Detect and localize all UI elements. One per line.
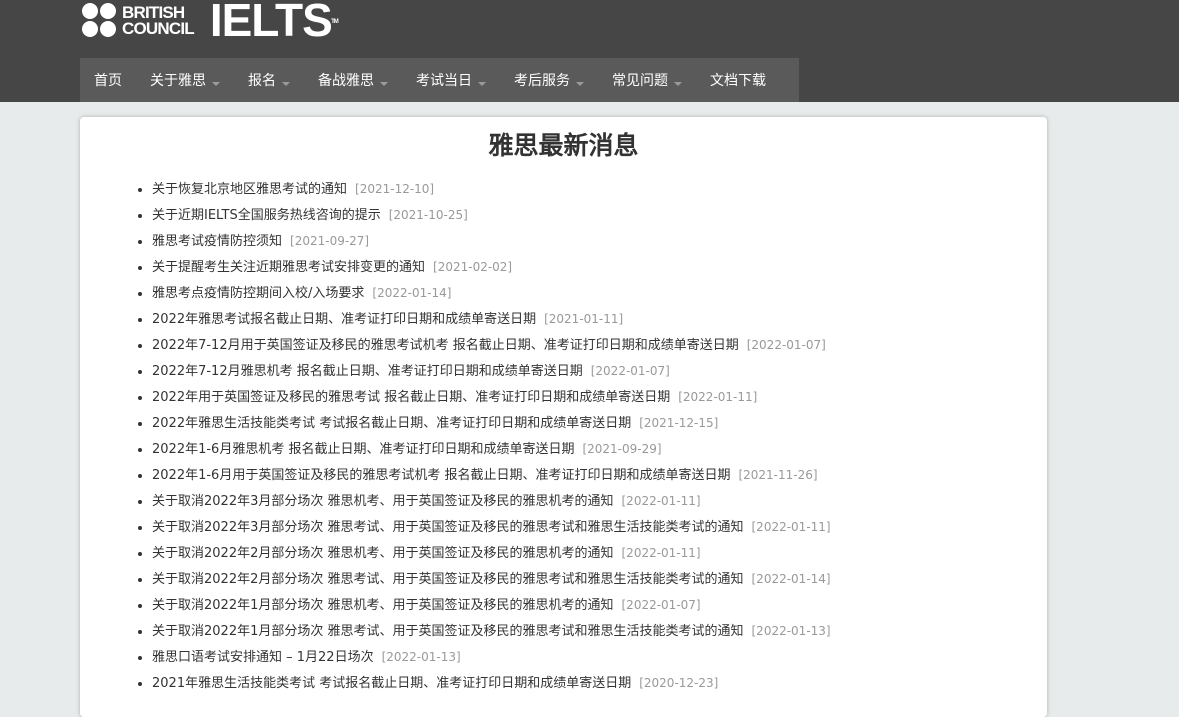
news-link[interactable]: 雅思考点疫情防控期间入校/入场要求	[152, 286, 364, 301]
news-link[interactable]: 雅思口语考试安排通知 – 1月22日场次	[152, 650, 374, 665]
main-nav: 首页 关于雅思 报名 备战雅思 考试当日 考后服务 常见问题 文档下载	[80, 58, 799, 102]
news-item: 2022年7-12月雅思机考 报名截止日期、准考证打印日期和成绩单寄送日期 [20…	[152, 358, 1042, 384]
news-date: [2021-09-27]	[290, 234, 370, 248]
news-link[interactable]: 2022年雅思生活技能类考试 考试报名截止日期、准考证打印日期和成绩单寄送日期	[152, 416, 631, 431]
nav-item-label: 考试当日	[416, 73, 472, 89]
news-link[interactable]: 关于取消2022年2月部分场次 雅思考试、用于英国签证及移民的雅思考试和雅思生活…	[152, 572, 744, 587]
news-date: [2021-11-26]	[738, 468, 818, 482]
news-item: 关于取消2022年3月部分场次 雅思考试、用于英国签证及移民的雅思考试和雅思生活…	[152, 514, 1042, 540]
news-item: 2022年1-6月雅思机考 报名截止日期、准考证打印日期和成绩单寄送日期 [202…	[152, 436, 1042, 462]
news-link[interactable]: 关于恢复北京地区雅思考试的通知	[152, 182, 347, 197]
nav-item-label: 常见问题	[612, 73, 668, 89]
page-title: 雅思最新消息	[488, 131, 639, 160]
british-council-logo-icon	[82, 3, 118, 39]
news-date: [2022-01-11]	[751, 520, 831, 534]
news-link[interactable]: 关于取消2022年3月部分场次 雅思考试、用于英国签证及移民的雅思考试和雅思生活…	[152, 520, 744, 535]
news-date: [2022-01-07]	[746, 338, 826, 352]
caret-down-icon	[380, 82, 388, 86]
news-date: [2022-01-13]	[751, 624, 831, 638]
news-date: [2022-01-11]	[678, 390, 758, 404]
site-logo[interactable]: BRITISH COUNCIL IELTS TM	[82, 0, 339, 43]
news-date: [2022-01-14]	[372, 286, 452, 300]
news-item: 2022年1-6月用于英国签证及移民的雅思考试机考 报名截止日期、准考证打印日期…	[152, 462, 1042, 488]
news-date: [2021-12-15]	[639, 416, 719, 430]
news-list: 关于恢复北京地区雅思考试的通知 [2021-12-10] 关于近期IELTS全国服务…	[134, 176, 1042, 696]
nav-item-4[interactable]: 考试当日	[402, 58, 500, 102]
news-date: [2021-09-29]	[582, 442, 662, 456]
news-link[interactable]: 2022年1-6月用于英国签证及移民的雅思考试机考 报名截止日期、准考证打印日期…	[152, 468, 730, 483]
nav-item-7[interactable]: 文档下载	[696, 58, 780, 102]
nav-item-5[interactable]: 考后服务	[500, 58, 598, 102]
news-item: 关于恢复北京地区雅思考试的通知 [2021-12-10]	[152, 176, 1042, 202]
news-date: [2022-01-14]	[751, 572, 831, 586]
news-link[interactable]: 雅思考试疫情防控须知	[152, 234, 282, 249]
british-council-wordmark: BRITISH COUNCIL	[122, 4, 195, 38]
news-link[interactable]: 2021年雅思生活技能类考试 考试报名截止日期、准考证打印日期和成绩单寄送日期	[152, 676, 631, 691]
nav-item-3[interactable]: 备战雅思	[304, 58, 402, 102]
ielts-text: IELTS	[209, 0, 333, 46]
caret-down-icon	[576, 82, 584, 86]
brand-line2: COUNCIL	[122, 19, 195, 38]
nav-item-0[interactable]: 首页	[80, 58, 136, 102]
news-item: 2022年用于英国签证及移民的雅思考试 报名截止日期、准考证打印日期和成绩单寄送…	[152, 384, 1042, 410]
news-link[interactable]: 关于取消2022年3月部分场次 雅思机考、用于英国签证及移民的雅思机考的通知	[152, 494, 614, 509]
news-date: [2021-12-10]	[355, 182, 435, 196]
news-date: [2022-01-07]	[621, 598, 701, 612]
nav-item-label: 文档下载	[710, 73, 766, 89]
nav-item-label: 报名	[248, 73, 276, 89]
news-date: [2022-01-07]	[590, 364, 670, 378]
news-link[interactable]: 2022年1-6月雅思机考 报名截止日期、准考证打印日期和成绩单寄送日期	[152, 442, 574, 457]
news-date: [2021-01-11]	[544, 312, 624, 326]
news-link[interactable]: 关于提醒考生关注近期雅思考试安排变更的通知	[152, 260, 425, 275]
nav-item-label: 关于雅思	[150, 73, 206, 89]
news-item: 关于取消2022年2月部分场次 雅思机考、用于英国签证及移民的雅思机考的通知 [2…	[152, 540, 1042, 566]
news-item: 雅思考试疫情防控须知 [2021-09-27]	[152, 228, 1042, 254]
news-link[interactable]: 2022年雅思考试报名截止日期、准考证打印日期和成绩单寄送日期	[152, 312, 536, 327]
news-link[interactable]: 关于取消2022年1月部分场次 雅思机考、用于英国签证及移民的雅思机考的通知	[152, 598, 614, 613]
news-date: [2021-10-25]	[388, 208, 468, 222]
news-item: 关于取消2022年1月部分场次 雅思考试、用于英国签证及移民的雅思考试和雅思生活…	[152, 618, 1042, 644]
nav-item-label: 备战雅思	[318, 73, 374, 89]
news-item: 2022年雅思考试报名截止日期、准考证打印日期和成绩单寄送日期 [2021-01-…	[152, 306, 1042, 332]
news-item: 关于取消2022年3月部分场次 雅思机考、用于英国签证及移民的雅思机考的通知 [2…	[152, 488, 1042, 514]
nav-item-label: 考后服务	[514, 73, 570, 89]
caret-down-icon	[212, 82, 220, 86]
news-item: 关于取消2022年1月部分场次 雅思机考、用于英国签证及移民的雅思机考的通知 [2…	[152, 592, 1042, 618]
news-item: 关于取消2022年2月部分场次 雅思考试、用于英国签证及移民的雅思考试和雅思生活…	[152, 566, 1042, 592]
site-header: BRITISH COUNCIL IELTS TM 首页 关于雅思 报名 备战雅思 考试当日…	[0, 0, 1179, 102]
news-link[interactable]: 2022年7-12月用于英国签证及移民的雅思考试机考 报名截止日期、准考证打印日…	[152, 338, 739, 353]
news-item: 关于近期IELTS全国服务热线咨询的提示 [2021-10-25]	[152, 202, 1042, 228]
news-date: [2022-01-11]	[621, 546, 701, 560]
nav-item-2[interactable]: 报名	[234, 58, 304, 102]
nav-item-1[interactable]: 关于雅思	[136, 58, 234, 102]
trademark-mark: TM	[331, 19, 339, 25]
news-item: 2021年雅思生活技能类考试 考试报名截止日期、准考证打印日期和成绩单寄送日期 […	[152, 670, 1042, 696]
news-link[interactable]: 2022年7-12月雅思机考 报名截止日期、准考证打印日期和成绩单寄送日期	[152, 364, 583, 379]
news-item: 2022年7-12月用于英国签证及移民的雅思考试机考 报名截止日期、准考证打印日…	[152, 332, 1042, 358]
news-date: [2022-01-11]	[621, 494, 701, 508]
news-item: 2022年雅思生活技能类考试 考试报名截止日期、准考证打印日期和成绩单寄送日期 […	[152, 410, 1042, 436]
news-link[interactable]: 关于取消2022年1月部分场次 雅思考试、用于英国签证及移民的雅思考试和雅思生活…	[152, 624, 744, 639]
caret-down-icon	[674, 82, 682, 86]
news-link[interactable]: 关于取消2022年2月部分场次 雅思机考、用于英国签证及移民的雅思机考的通知	[152, 546, 614, 561]
news-item: 雅思考点疫情防控期间入校/入场要求 [2022-01-14]	[152, 280, 1042, 306]
caret-down-icon	[282, 82, 290, 86]
news-link[interactable]: 关于近期IELTS全国服务热线咨询的提示	[152, 208, 381, 223]
nav-item-6[interactable]: 常见问题	[598, 58, 696, 102]
news-date: [2021-02-02]	[433, 260, 513, 274]
nav-item-label: 首页	[94, 73, 122, 89]
news-date: [2020-12-23]	[639, 676, 719, 690]
news-item: 关于提醒考生关注近期雅思考试安排变更的通知 [2021-02-02]	[152, 254, 1042, 280]
news-panel: 雅思最新消息 关于恢复北京地区雅思考试的通知 [2021-12-10] 关于近期IE…	[80, 117, 1047, 717]
news-link[interactable]: 2022年用于英国签证及移民的雅思考试 报名截止日期、准考证打印日期和成绩单寄送…	[152, 390, 670, 405]
news-date: [2022-01-13]	[381, 650, 461, 664]
caret-down-icon	[478, 82, 486, 86]
ielts-wordmark: IELTS TM	[210, 0, 339, 43]
news-item: 雅思口语考试安排通知 – 1月22日场次 [2022-01-13]	[152, 644, 1042, 670]
